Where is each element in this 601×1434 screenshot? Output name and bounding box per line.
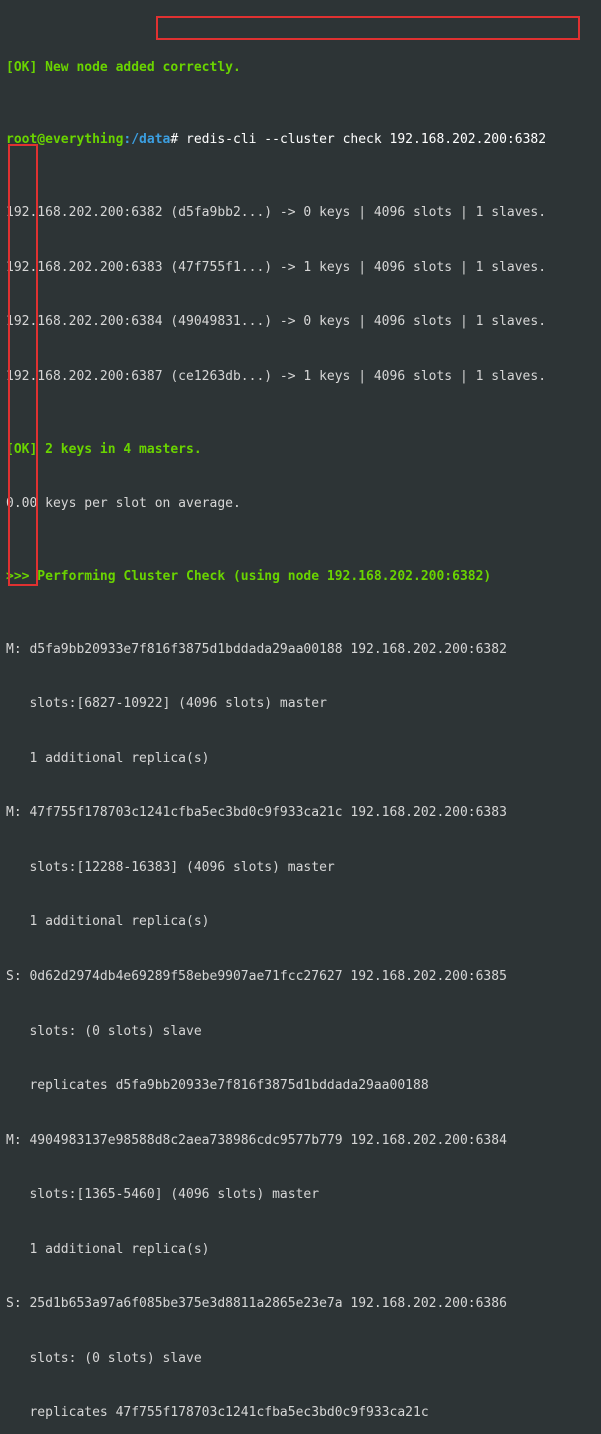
stats-line: 0.00 keys per slot on average.	[6, 495, 595, 513]
node-line: slots:[12288-16383] (4096 slots) master	[6, 859, 595, 877]
ok-keys-masters: [OK] 2 keys in 4 masters.	[6, 442, 202, 457]
annotation-box-command	[156, 16, 580, 40]
node-line: 1 additional replica(s)	[6, 750, 595, 768]
prompt-path: :/data	[123, 132, 170, 147]
node-line: slots:[1365-5460] (4096 slots) master	[6, 1186, 595, 1204]
prompt-user: root@everything	[6, 132, 123, 147]
header-check: >>> Performing Cluster Check (using node…	[6, 569, 491, 584]
summary-line: 192.168.202.200:6387 (ce1263db...) -> 1 …	[6, 368, 595, 386]
ok-new-node: [OK] New node added correctly.	[6, 60, 241, 75]
node-line: M: 47f755f178703c1241cfba5ec3bd0c9f933ca…	[6, 804, 595, 822]
node-line: slots: (0 slots) slave	[6, 1350, 595, 1368]
summary-line: 192.168.202.200:6384 (49049831...) -> 0 …	[6, 313, 595, 331]
node-line: M: d5fa9bb20933e7f816f3875d1bddada29aa00…	[6, 641, 595, 659]
command-text: redis-cli --cluster check 192.168.202.20…	[186, 132, 546, 147]
prompt-line-1[interactable]: root@everything:/data# redis-cli --clust…	[6, 131, 595, 149]
node-line: slots: (0 slots) slave	[6, 1023, 595, 1041]
node-line: 1 additional replica(s)	[6, 913, 595, 931]
node-line: 1 additional replica(s)	[6, 1241, 595, 1259]
summary-line: 192.168.202.200:6383 (47f755f1...) -> 1 …	[6, 259, 595, 277]
prompt-hash: #	[170, 132, 178, 147]
node-line: replicates d5fa9bb20933e7f816f3875d1bdda…	[6, 1077, 595, 1095]
summary-line: 192.168.202.200:6382 (d5fa9bb2...) -> 0 …	[6, 204, 595, 222]
node-line: S: 0d62d2974db4e69289f58ebe9907ae71fcc27…	[6, 968, 595, 986]
terminal-window[interactable]: [OK] New node added correctly. root@ever…	[0, 0, 601, 717]
node-line: slots:[6827-10922] (4096 slots) master	[6, 695, 595, 713]
node-line: M: 4904983137e98588d8c2aea738986cdc9577b…	[6, 1132, 595, 1150]
node-line: replicates 47f755f178703c1241cfba5ec3bd0…	[6, 1404, 595, 1422]
node-line: S: 25d1b653a97a6f085be375e3d8811a2865e23…	[6, 1295, 595, 1313]
